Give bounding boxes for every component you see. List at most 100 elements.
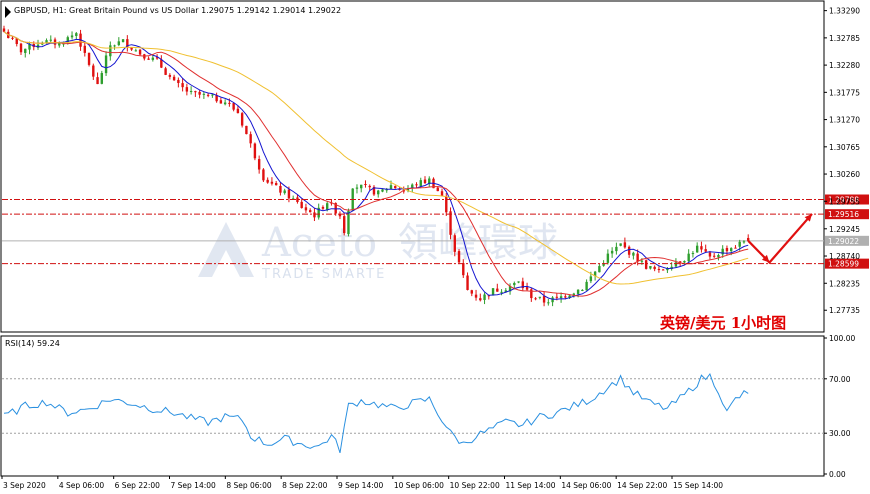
rsi-tick-label: 30.00 xyxy=(829,429,851,438)
candle-body xyxy=(415,184,418,186)
price-tick-label: 1.31270 xyxy=(829,116,860,125)
candle-body xyxy=(738,241,741,247)
candle-body xyxy=(168,75,172,77)
candle-body xyxy=(321,206,325,209)
candle-body xyxy=(559,296,563,299)
candle-body xyxy=(104,55,108,74)
candle-body xyxy=(704,249,707,252)
candle-body xyxy=(151,57,155,60)
price-tick-label: 1.32280 xyxy=(829,61,860,70)
candle-body xyxy=(266,179,269,183)
price-tick-label: 1.32785 xyxy=(829,34,860,43)
time-tick-label: 10 Sep 22:00 xyxy=(450,481,500,490)
candle-body xyxy=(70,35,74,38)
candle-body xyxy=(87,52,91,65)
time-tick-label: 14 Sep 06:00 xyxy=(561,481,611,490)
candle-body xyxy=(542,296,546,303)
candle-body xyxy=(687,253,690,262)
time-tick-label: 6 Sep 22:00 xyxy=(115,481,161,490)
candle-body xyxy=(360,184,363,189)
candle-body xyxy=(206,94,210,96)
candle-body xyxy=(232,103,235,110)
candle-body xyxy=(253,143,257,159)
candle-body xyxy=(96,77,99,85)
candle-body xyxy=(585,281,588,291)
candle-body xyxy=(177,79,180,84)
candle-body xyxy=(249,134,252,144)
candle-body xyxy=(313,212,316,218)
candle-body xyxy=(147,58,150,60)
rsi-tick-label: 0.00 xyxy=(829,470,846,479)
time-tick-label: 11 Sep 14:00 xyxy=(506,481,556,490)
candle-body xyxy=(691,253,695,255)
time-tick-label: 15 Sep 14:00 xyxy=(673,481,723,490)
candle-body xyxy=(462,263,465,276)
candle-body xyxy=(19,43,23,53)
price-tick-label: 1.33290 xyxy=(829,7,860,16)
candle-body xyxy=(211,94,214,96)
candle-body xyxy=(368,185,371,188)
candle-body xyxy=(598,266,601,273)
price-tick-label: 1.28235 xyxy=(829,279,860,288)
candle-body xyxy=(113,45,116,47)
candle-body xyxy=(534,298,537,300)
price-tick-label: 1.30765 xyxy=(829,143,860,152)
candle-body xyxy=(377,190,380,195)
candle-body xyxy=(479,298,482,301)
candle-body xyxy=(283,190,286,194)
candle-body xyxy=(262,169,265,181)
watermark-brand: Aceto xyxy=(261,220,377,266)
candle-body xyxy=(708,252,712,257)
candle-body xyxy=(547,302,550,304)
candle-body xyxy=(734,247,737,249)
candle-body xyxy=(355,187,359,189)
candle-body xyxy=(419,180,422,187)
candle-body xyxy=(381,189,384,192)
candle-body xyxy=(610,250,614,254)
candle-body xyxy=(75,33,78,36)
time-tick-label: 7 Sep 14:00 xyxy=(171,481,217,490)
candle-body xyxy=(240,113,244,126)
candle-body xyxy=(500,291,503,293)
candle-body xyxy=(551,297,554,303)
candle-body xyxy=(109,45,112,57)
candle-body xyxy=(525,287,529,290)
candle-body xyxy=(555,296,559,298)
time-tick-label: 3 Sep 2020 xyxy=(3,481,46,490)
time-tick-label: 4 Sep 06:00 xyxy=(59,481,105,490)
price-axis: 1.33290 1.32785 1.32280 1.31775 1.31270 1.307… xyxy=(824,7,860,315)
candle-body xyxy=(530,289,533,299)
candle-body xyxy=(164,68,167,75)
candle-body xyxy=(730,248,733,252)
candle-body xyxy=(661,269,665,271)
time-tick-label: 10 Sep 06:00 xyxy=(394,481,444,490)
candle-body xyxy=(11,37,14,39)
price-tick-label: 1.28740 xyxy=(829,252,860,261)
candle-body xyxy=(304,207,308,211)
candle-body xyxy=(453,235,456,252)
candle-body xyxy=(134,50,138,52)
candle-body xyxy=(606,253,610,263)
candle-body xyxy=(117,41,121,46)
time-tick-label: 8 Sep 06:00 xyxy=(226,481,272,490)
price-tick-label: 1.27735 xyxy=(829,306,860,315)
timeframe-annotation: 英镑/美元 1小时图 xyxy=(660,314,786,332)
level-label: 1.29516 xyxy=(828,210,859,219)
candle-body xyxy=(172,76,176,81)
candle-body xyxy=(538,296,542,298)
candle-body xyxy=(53,39,57,45)
candle-body xyxy=(674,262,678,267)
candle-body xyxy=(92,65,95,77)
candle-body xyxy=(300,201,303,209)
candle-body xyxy=(457,251,461,263)
rsi-tick-label: 100.00 xyxy=(829,334,855,343)
candle-body xyxy=(717,255,720,258)
candle-body xyxy=(725,247,729,252)
candle-body xyxy=(270,181,274,184)
candle-body xyxy=(445,196,448,213)
candle-body xyxy=(228,102,231,104)
candle-body xyxy=(236,108,240,114)
candle-body xyxy=(619,243,622,246)
time-tick-label: 9 Sep 14:00 xyxy=(338,481,384,490)
candle-body xyxy=(449,211,452,235)
